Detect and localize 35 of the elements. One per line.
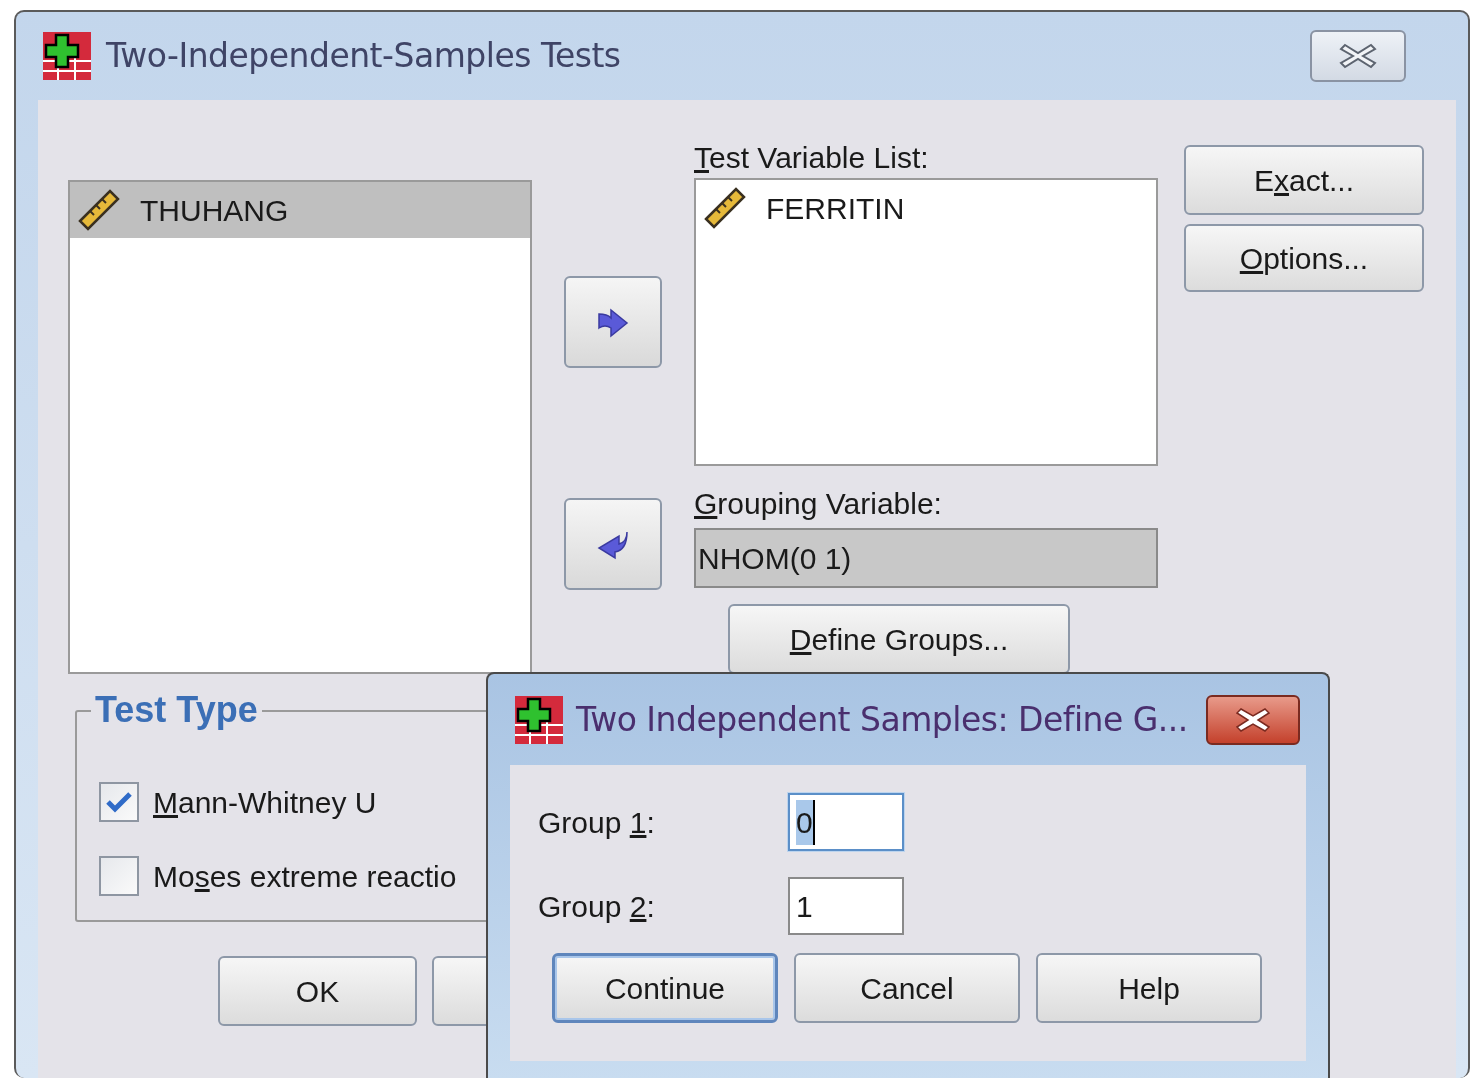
check-icon	[106, 791, 132, 813]
define-groups-button[interactable]: Define Groups...	[728, 604, 1070, 674]
variable-item[interactable]: FERRITIN	[696, 180, 1156, 236]
move-button[interactable]	[564, 498, 662, 590]
dialog-title: Two Independent Samples: Define G...	[576, 698, 1188, 741]
variable-item[interactable]: THUHANG	[70, 182, 530, 238]
checkbox-label: Mann-Whitney U	[153, 784, 377, 821]
test-variable-list-label: Test Variable List:	[694, 140, 930, 176]
app-icon	[42, 31, 92, 81]
app-icon	[514, 694, 564, 745]
dialog-button[interactable]: Cancel	[794, 953, 1020, 1023]
grouping-variable-label: Grouping Variable:	[694, 486, 943, 522]
test-variable-list[interactable]: FERRITIN	[694, 178, 1158, 466]
grouping-variable-field[interactable]: NHOM(0 1)	[694, 528, 1158, 588]
source-variable-list[interactable]: THUHANG	[68, 180, 532, 674]
window-title: Two-Independent-Samples Tests	[106, 35, 621, 78]
group-input-field[interactable]: 0	[788, 793, 904, 851]
checkbox[interactable]	[99, 782, 139, 822]
close-icon	[1339, 42, 1377, 70]
ok-button[interactable]: OK	[218, 956, 417, 1026]
ruler-icon	[702, 185, 748, 231]
dialog-button[interactable]: Exact...	[1184, 145, 1424, 215]
dialog-button[interactable]: Help	[1036, 953, 1262, 1023]
dialog-button[interactable]: Options...	[1184, 224, 1424, 292]
close-icon	[1235, 706, 1271, 733]
close-button[interactable]	[1310, 30, 1406, 82]
ruler-icon	[76, 187, 122, 233]
group-label: Group 1:	[538, 804, 656, 841]
group-label: Group 2:	[538, 888, 656, 925]
group-input-field[interactable]: 1	[788, 877, 904, 935]
checkbox-label: Moses extreme reactio	[153, 858, 457, 895]
checkbox[interactable]	[99, 856, 139, 896]
close-button[interactable]	[1206, 694, 1300, 745]
move-button[interactable]	[564, 276, 662, 368]
dialog-button[interactable]: Continue	[552, 953, 778, 1023]
